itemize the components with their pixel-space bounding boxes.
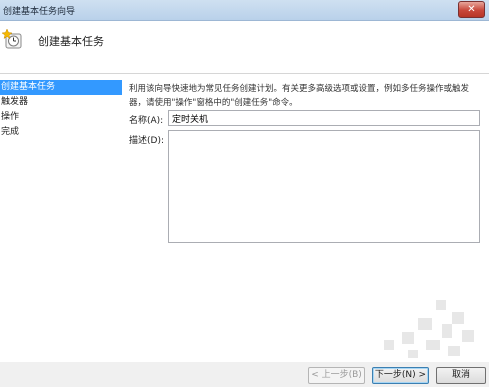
close-icon: ✕ (467, 4, 476, 15)
page-title: 创建基本任务 (38, 35, 104, 48)
nav-step-trigger[interactable]: 触发器 (0, 95, 122, 110)
nav-step-action[interactable]: 操作 (0, 110, 122, 125)
close-button[interactable]: ✕ (458, 1, 485, 18)
window-title: 创建基本任务向导 (3, 7, 76, 17)
title-bar[interactable]: 创建基本任务向导 ✕ (0, 0, 489, 21)
wizard-header: 创建基本任务 (0, 21, 489, 74)
name-label: 名称(A): (129, 116, 164, 126)
nav-step-create-basic-task[interactable]: 创建基本任务 (0, 80, 122, 95)
back-button[interactable]: < 上一步(B) (308, 367, 365, 384)
intro-text: 利用该向导快速地为常见任务创建计划。有关更多高级选项或设置，例如多任务操作或触发… (129, 82, 481, 110)
intro-line-1: 利用该向导快速地为常见任务创建计划。有关更多高级选项或设置，例如多任务操作或触发 (129, 84, 470, 94)
intro-line-2: 器，请使用"操作"窗格中的"创建任务"命令。 (129, 98, 298, 108)
nav-step-finish[interactable]: 完成 (0, 125, 122, 140)
task-name-input[interactable] (168, 110, 480, 126)
task-description-textarea[interactable] (168, 130, 480, 243)
wizard-steps-nav: 创建基本任务 触发器 操作 完成 (0, 80, 122, 140)
description-label: 描述(D): (129, 136, 164, 146)
wizard-clock-icon (2, 28, 22, 49)
cancel-button[interactable]: 取消 (436, 367, 486, 384)
next-button[interactable]: 下一步(N) > (372, 367, 429, 384)
